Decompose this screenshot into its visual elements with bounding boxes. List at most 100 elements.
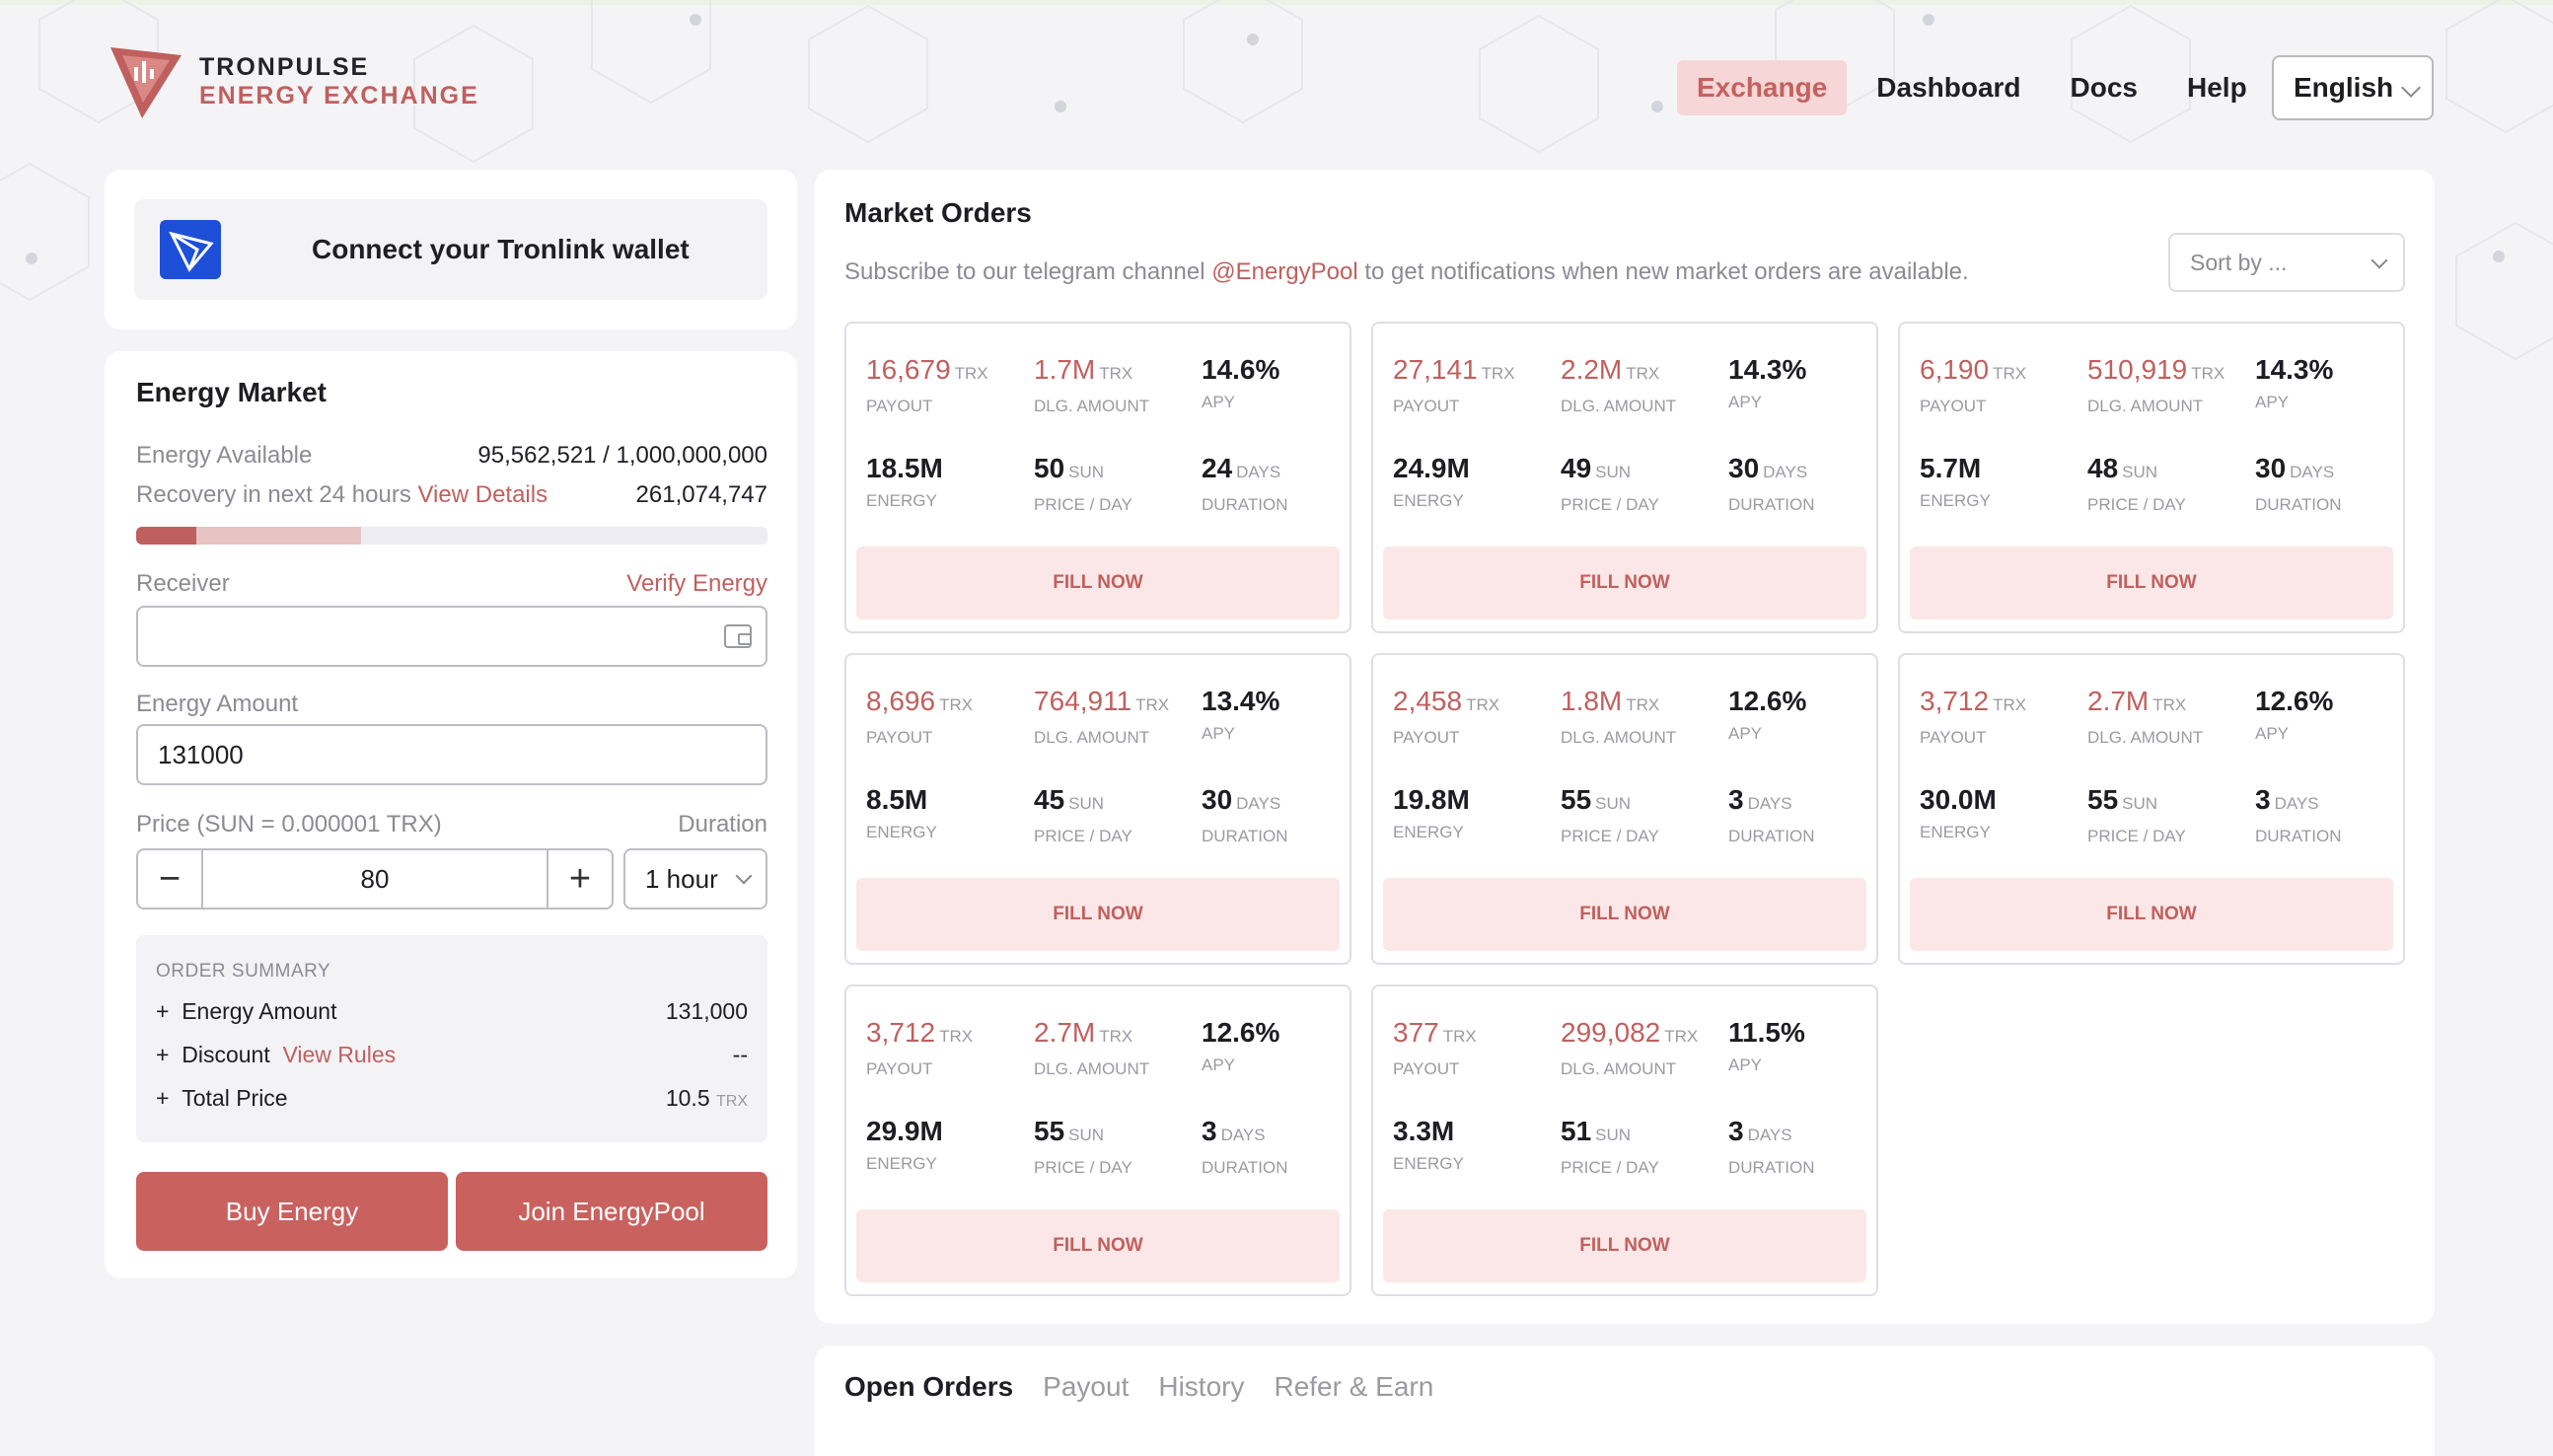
order-duration-label: DURATION bbox=[1728, 827, 1815, 845]
order-duration-label: DURATION bbox=[2255, 827, 2342, 845]
order-price-label: PRICE / DAY bbox=[1034, 495, 1132, 514]
order-apy-value: 13.4% bbox=[1202, 686, 1280, 716]
tab-history[interactable]: History bbox=[1158, 1371, 1244, 1403]
minus-icon[interactable]: − bbox=[138, 850, 203, 908]
language-select[interactable]: English bbox=[2272, 55, 2434, 120]
fill-now-button[interactable]: FILL NOW bbox=[1383, 546, 1866, 619]
fill-now-button[interactable]: FILL NOW bbox=[1910, 878, 2393, 951]
order-price-label: PRICE / DAY bbox=[1561, 1158, 1659, 1177]
open-orders-card: Open Orders Payout History Refer & Earn bbox=[815, 1346, 2435, 1456]
order-dlg-label: DLG. AMOUNT bbox=[2087, 728, 2204, 747]
order-energy-cell: 24.9M ENERGY bbox=[1393, 452, 1470, 511]
wallet-icon[interactable] bbox=[724, 624, 752, 648]
order-duration-value: 30 bbox=[1728, 453, 1760, 483]
price-value[interactable]: 80 bbox=[203, 850, 547, 908]
brand-tagline: ENERGY EXCHANGE bbox=[199, 82, 479, 109]
summary-discount-value: -- bbox=[732, 1042, 748, 1067]
order-price-cell: 45 SUN PRICE / DAY bbox=[1034, 783, 1132, 846]
market-order-card: 27,141 TRX PAYOUT 2.2M TRX DLG. AMOUNT 14.3% AP… bbox=[1371, 322, 1878, 633]
order-apy-label: APY bbox=[1728, 724, 1763, 743]
order-price-label: PRICE / DAY bbox=[2087, 827, 2186, 845]
order-dlg-unit: TRX bbox=[1099, 1027, 1133, 1046]
duration-select[interactable]: 1 hour bbox=[623, 848, 767, 910]
tab-open-orders[interactable]: Open Orders bbox=[844, 1371, 1013, 1403]
order-price-unit: SUN bbox=[2122, 463, 2158, 481]
order-dlg-label: DLG. AMOUNT bbox=[1034, 728, 1150, 747]
duration-value: 1 hour bbox=[645, 863, 718, 894]
order-price-value: 45 bbox=[1034, 784, 1065, 815]
energy-amount-input[interactable]: 131000 bbox=[136, 724, 767, 785]
order-price-value: 55 bbox=[2087, 784, 2119, 815]
order-energy-cell: 19.8M ENERGY bbox=[1393, 783, 1470, 842]
order-energy-cell: 29.9M ENERGY bbox=[866, 1115, 943, 1174]
plus-icon[interactable]: + bbox=[547, 850, 612, 908]
order-apy-value: 14.3% bbox=[2255, 354, 2334, 385]
order-payout-label: PAYOUT bbox=[1920, 728, 1987, 747]
telegram-channel-link[interactable]: @EnergyPool bbox=[1211, 258, 1357, 285]
join-energypool-button[interactable]: Join EnergyPool bbox=[456, 1172, 767, 1251]
order-price-value: 48 bbox=[2087, 453, 2119, 483]
order-payout-label: PAYOUT bbox=[1393, 397, 1460, 415]
view-rules-link[interactable]: View Rules bbox=[282, 1042, 396, 1067]
order-dlg-label: DLG. AMOUNT bbox=[2087, 397, 2204, 415]
order-apy-cell: 12.6% APY bbox=[1202, 1016, 1279, 1075]
order-apy-value: 14.6% bbox=[1202, 354, 1280, 385]
order-payout-cell: 2,458 TRX PAYOUT bbox=[1393, 685, 1499, 748]
subtitle-text-post: to get notifications when new market ord… bbox=[1364, 258, 1969, 285]
order-payout-unit: TRX bbox=[954, 364, 988, 383]
fill-now-button[interactable]: FILL NOW bbox=[1383, 1209, 1866, 1282]
fill-now-button[interactable]: FILL NOW bbox=[856, 1209, 1340, 1282]
order-dlg-value: 1.7M bbox=[1034, 354, 1096, 385]
order-payout-value: 3,712 bbox=[1920, 686, 1990, 716]
order-dlg-unit: TRX bbox=[1099, 364, 1133, 383]
fill-now-button[interactable]: FILL NOW bbox=[1383, 878, 1866, 951]
order-payout-unit: TRX bbox=[1993, 364, 2027, 383]
order-dlg-label: DLG. AMOUNT bbox=[1034, 1059, 1150, 1078]
order-price-unit: SUN bbox=[1595, 1126, 1632, 1144]
nav-exchange[interactable]: Exchange bbox=[1677, 60, 1848, 115]
buy-energy-button[interactable]: Buy Energy bbox=[136, 1172, 448, 1251]
tab-refer-earn[interactable]: Refer & Earn bbox=[1274, 1371, 1433, 1403]
order-price-label: PRICE / DAY bbox=[1034, 1158, 1132, 1177]
order-energy-label: ENERGY bbox=[866, 491, 937, 510]
order-apy-label: APY bbox=[1202, 393, 1236, 411]
fill-now-button[interactable]: FILL NOW bbox=[856, 878, 1340, 951]
logo[interactable]: TRONPULSE ENERGY EXCHANGE bbox=[109, 43, 479, 120]
sort-by-select[interactable]: Sort by ... bbox=[2168, 233, 2405, 292]
order-price-label: PRICE / DAY bbox=[2087, 495, 2186, 514]
receiver-input[interactable] bbox=[136, 606, 767, 667]
nav-docs[interactable]: Docs bbox=[2051, 60, 2157, 115]
order-apy-value: 11.5% bbox=[1728, 1017, 1805, 1048]
view-details-link[interactable]: View Details bbox=[417, 481, 547, 508]
order-payout-unit: TRX bbox=[1481, 364, 1515, 383]
summary-energy-label: Energy Amount bbox=[182, 998, 337, 1024]
tab-payout[interactable]: Payout bbox=[1043, 1371, 1129, 1403]
summary-discount-label: Discount bbox=[182, 1042, 270, 1067]
connect-wallet-button[interactable]: Connect your Tronlink wallet bbox=[134, 199, 767, 300]
order-duration-cell: 30 DAYS DURATION bbox=[1202, 783, 1288, 846]
order-dlg-value: 2.7M bbox=[2087, 686, 2150, 716]
order-duration-cell: 3 DAYS DURATION bbox=[1728, 1115, 1815, 1178]
nav-dashboard[interactable]: Dashboard bbox=[1857, 60, 2040, 115]
order-energy-cell: 30.0M ENERGY bbox=[1920, 783, 1997, 842]
nav-help[interactable]: Help bbox=[2167, 60, 2267, 115]
order-price-cell: 55 SUN PRICE / DAY bbox=[1561, 783, 1659, 846]
order-payout-value: 6,190 bbox=[1920, 354, 1990, 385]
order-duration-unit: DAYS bbox=[1747, 794, 1792, 813]
order-energy-cell: 5.7M ENERGY bbox=[1920, 452, 1991, 511]
order-price-cell: 55 SUN PRICE / DAY bbox=[2087, 783, 2186, 846]
energy-market-card: Energy Market Energy Available 95,562,52… bbox=[105, 351, 797, 1278]
order-dlg-unit: TRX bbox=[1664, 1027, 1699, 1046]
order-duration-unit: DAYS bbox=[1747, 1126, 1792, 1144]
order-dlg-cell: 2.7M TRX DLG. AMOUNT bbox=[1034, 1016, 1149, 1079]
fill-now-button[interactable]: FILL NOW bbox=[1910, 546, 2393, 619]
plus-icon: + bbox=[156, 1042, 170, 1067]
order-duration-unit: DAYS bbox=[1763, 463, 1808, 481]
order-summary: ORDER SUMMARY + Energy Amount 131,000 + … bbox=[136, 935, 767, 1142]
verify-energy-link[interactable]: Verify Energy bbox=[626, 570, 767, 598]
energy-available-row: Energy Available 95,562,521 / 1,000,000,… bbox=[136, 442, 767, 470]
fill-now-button[interactable]: FILL NOW bbox=[856, 546, 1340, 619]
order-duration-label: DURATION bbox=[2255, 495, 2342, 514]
order-payout-value: 377 bbox=[1393, 1017, 1439, 1048]
order-payout-label: PAYOUT bbox=[1920, 397, 1987, 415]
